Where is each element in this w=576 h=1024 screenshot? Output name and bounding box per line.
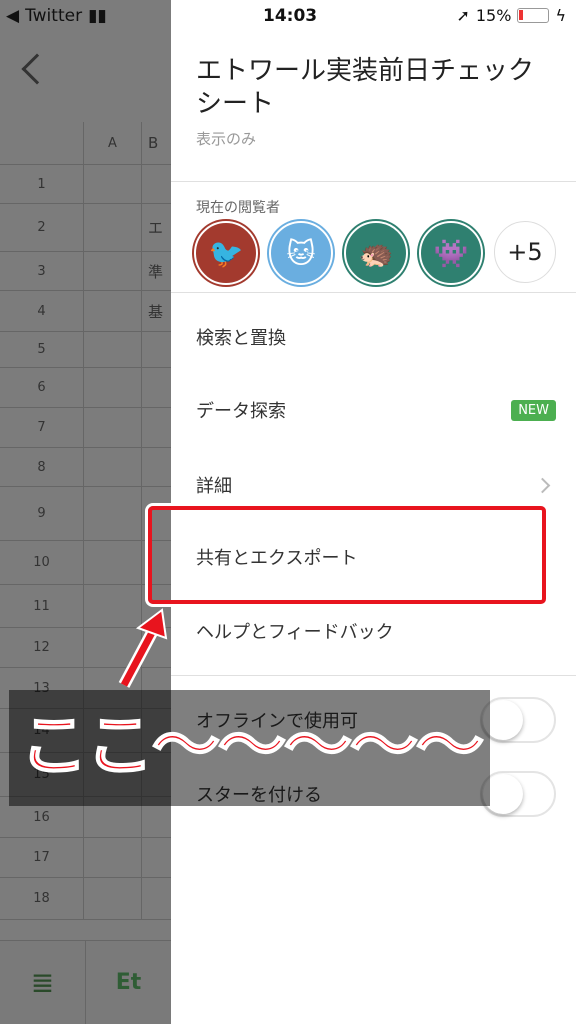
cell[interactable]	[142, 448, 171, 486]
cell[interactable]	[142, 368, 171, 407]
row-number[interactable]: 18	[0, 878, 84, 919]
cell[interactable]	[84, 878, 142, 919]
offline-toggle[interactable]	[480, 697, 556, 743]
battery-percent: 15%	[475, 6, 512, 25]
arrow-annotation	[118, 608, 168, 688]
cell[interactable]	[84, 368, 142, 407]
sheet-tab[interactable]: Et	[86, 941, 171, 1024]
cell[interactable]	[84, 408, 142, 447]
row-number[interactable]: 11	[0, 585, 84, 627]
location-icon: ➚	[456, 6, 470, 25]
cell[interactable]	[142, 878, 171, 919]
sheet-row: 9	[0, 487, 171, 541]
signal-icon: ▮▮	[88, 6, 107, 26]
document-title: エトワール実装前日チェックシート	[196, 56, 535, 119]
viewers-label: 現在の閲覧者	[196, 200, 280, 216]
row-number[interactable]: 17	[0, 838, 84, 877]
menu-label: データ探索	[196, 401, 286, 422]
chevron-right-icon	[534, 477, 551, 493]
sheet-row: 2エ	[0, 204, 171, 252]
charging-icon: ϟ	[555, 6, 566, 25]
cell[interactable]	[84, 165, 142, 203]
menu-help-feedback[interactable]: ヘルプとフィードバック	[196, 611, 556, 651]
battery-icon	[517, 8, 550, 23]
highlight-box	[148, 506, 546, 604]
row-number[interactable]: 7	[0, 408, 84, 447]
menu-find-replace[interactable]: 検索と置換	[196, 317, 556, 357]
row-number[interactable]: 10	[0, 541, 84, 584]
cat-icon[interactable]: 🐱	[269, 221, 333, 285]
cell[interactable]	[84, 332, 142, 367]
view-only-label: 表示のみ	[196, 130, 257, 148]
divider	[171, 181, 576, 182]
divider	[171, 675, 576, 676]
row-number[interactable]: 8	[0, 448, 84, 486]
monster-icon[interactable]: 👾	[419, 221, 483, 285]
sheet-row: 17	[0, 838, 171, 878]
sheet-row: 8	[0, 448, 171, 487]
cell[interactable]	[84, 204, 142, 251]
sheet-row: 5	[0, 332, 171, 368]
row-number[interactable]: 2	[0, 204, 84, 251]
status-right: ➚ 15% ϟ	[456, 6, 566, 25]
column-header-a[interactable]: A	[84, 122, 142, 164]
cell[interactable]	[142, 332, 171, 367]
cell[interactable]	[84, 252, 142, 290]
status-left: ◀ Twitter ▮▮	[6, 6, 107, 26]
cell[interactable]: 準	[142, 252, 171, 290]
back-icon[interactable]	[21, 53, 53, 85]
menu-explore[interactable]: データ探索 NEW	[196, 390, 556, 430]
row-number[interactable]: 12	[0, 628, 84, 667]
menu-details[interactable]: 詳細	[196, 465, 556, 505]
cell[interactable]: 基	[142, 291, 171, 331]
back-to-app-icon[interactable]: ◀	[6, 6, 19, 26]
row-number[interactable]: 6	[0, 368, 84, 407]
row-number[interactable]: 1	[0, 165, 84, 203]
more-viewers[interactable]: +5	[494, 221, 556, 283]
cell[interactable]	[142, 408, 171, 447]
menu-label: 検索と置換	[196, 328, 286, 349]
cell[interactable]	[84, 541, 142, 584]
menu-label: 詳細	[196, 476, 232, 497]
row-number[interactable]: 9	[0, 487, 84, 540]
cell[interactable]	[84, 448, 142, 486]
hedgehog-icon[interactable]: 🦔	[344, 221, 408, 285]
viewer-avatars: 🐦 🐱 🦔 👾 +5	[194, 221, 556, 285]
back-app-label[interactable]: Twitter	[25, 6, 82, 26]
row-number[interactable]: 4	[0, 291, 84, 331]
spreadsheet-background: ◀Twitter▮▮ AB 12エ3準4基5678910111213141516…	[0, 0, 171, 1024]
sheet-row: 18	[0, 878, 171, 920]
sheet-row: 1	[0, 165, 171, 204]
new-badge: NEW	[511, 399, 556, 421]
cell[interactable]	[142, 838, 171, 877]
column-header-b[interactable]: B	[142, 122, 171, 164]
sheet-row: 10	[0, 541, 171, 585]
sheets-menu-icon[interactable]: ≣	[0, 941, 86, 1024]
star-toggle[interactable]	[480, 771, 556, 817]
row-number[interactable]: 3	[0, 252, 84, 290]
cell[interactable]	[84, 291, 142, 331]
status-time: 14:03	[263, 6, 318, 26]
cell[interactable]: エ	[142, 204, 171, 251]
sheet-row: 7	[0, 408, 171, 448]
cell[interactable]	[84, 487, 142, 540]
divider	[171, 292, 576, 293]
sheet-row: 4基	[0, 291, 171, 332]
menu-label: ヘルプとフィードバック	[196, 622, 394, 643]
sheet-tab-bar: ≣ Et	[0, 940, 171, 1024]
sheet-row: 3準	[0, 252, 171, 291]
cell[interactable]	[142, 165, 171, 203]
row-number[interactable]: 5	[0, 332, 84, 367]
cell[interactable]	[84, 838, 142, 877]
sheet-row: 6	[0, 368, 171, 408]
bird-icon[interactable]: 🐦	[194, 221, 258, 285]
annotation-text: ここ〜〜〜〜〜	[19, 706, 485, 787]
